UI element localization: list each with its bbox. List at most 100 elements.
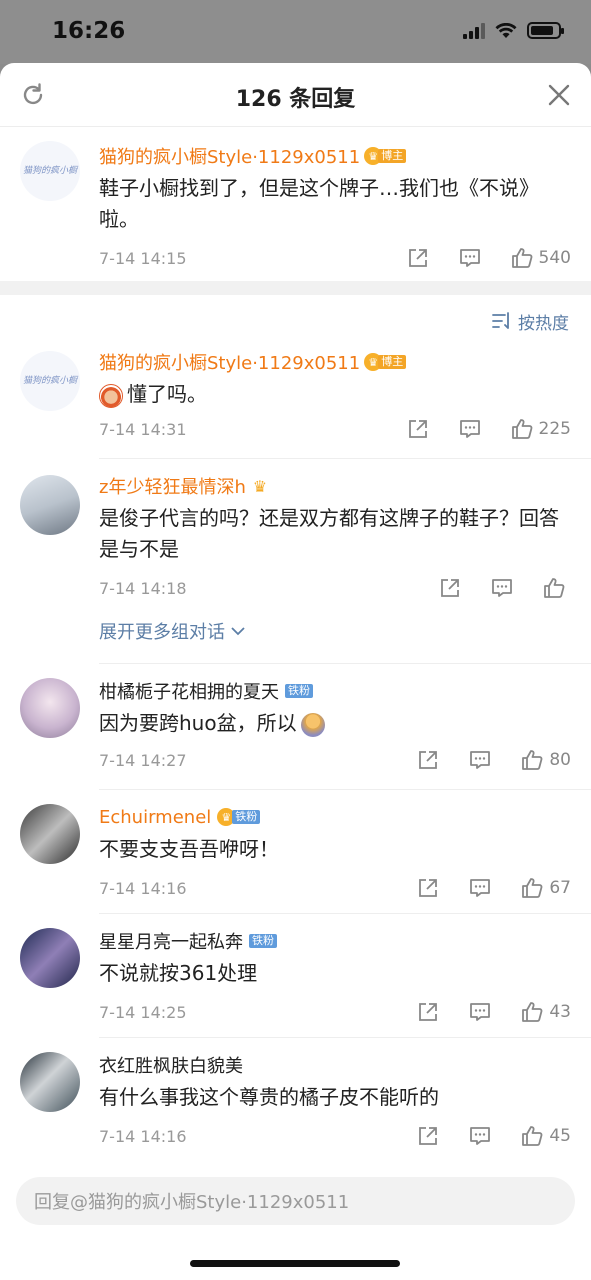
like-button[interactable]: 225	[511, 418, 571, 440]
home-indicator[interactable]	[190, 1260, 400, 1267]
comment-text: 鞋子小橱找到了，但是这个牌子…我们也《不说》啦。	[99, 176, 539, 231]
sort-label: 按热度	[518, 313, 569, 334]
emoji-icon	[300, 712, 325, 737]
username[interactable]: z年少轻狂最情深h ♛	[99, 473, 571, 499]
comment-actions: 43	[417, 1001, 571, 1023]
avatar[interactable]	[20, 804, 80, 864]
like-button[interactable]: 43	[521, 1001, 571, 1023]
comment-button[interactable]	[459, 247, 481, 269]
thumbs-up-icon	[522, 878, 543, 898]
avatar[interactable]	[20, 678, 80, 738]
share-button[interactable]	[417, 749, 439, 771]
comment-actions: 67	[417, 877, 571, 899]
reply-placeholder: 回复@猫狗的疯小橱Style·1129x0511	[34, 1192, 350, 1213]
comment-icon	[470, 1003, 491, 1021]
username[interactable]: 猫狗的疯小橱Style·1129x0511 ♛ 博主	[99, 143, 571, 169]
status-icons	[463, 22, 564, 39]
reply-sheet: 126 条回复 猫狗的疯小橱 猫狗的疯小橱Style·1129x0511 ♛ 博主…	[0, 63, 591, 1280]
like-button[interactable]: 80	[521, 749, 571, 771]
like-button[interactable]: 540	[511, 247, 571, 269]
comment-text: 有什么事我这个尊贵的橘子皮不能听的	[99, 1085, 439, 1109]
avatar[interactable]	[20, 1052, 80, 1112]
comment-text: 因为要跨huo盆，所以	[99, 708, 571, 739]
sort-toggle[interactable]: 按热度	[0, 295, 591, 347]
like-count: 80	[549, 750, 571, 770]
comment-icon	[470, 751, 491, 769]
status-bar: 16:26	[0, 0, 591, 64]
share-button[interactable]	[439, 577, 461, 599]
like-count: 43	[549, 1002, 571, 1022]
comment-meta: 7-14 14:27 80	[99, 743, 571, 777]
username[interactable]: 衣红胜枫肤白貌美	[99, 1052, 571, 1078]
sheet-header: 126 条回复	[0, 63, 591, 127]
section-separator	[0, 281, 591, 295]
share-icon	[408, 420, 427, 438]
close-icon[interactable]	[547, 83, 571, 107]
username[interactable]: Echuirmenel ♛ 铁粉	[99, 804, 571, 830]
share-button[interactable]	[407, 418, 429, 440]
status-time: 16:26	[52, 18, 126, 44]
avatar[interactable]: 猫狗的疯小橱	[20, 351, 80, 411]
comment-actions: 540	[407, 247, 571, 269]
share-button[interactable]	[417, 1125, 439, 1147]
reply-item: z年少轻狂最情深h ♛ 是俊子代言的吗？还是双方都有这牌子的鞋子？回答是与不是 …	[0, 459, 591, 664]
comment-actions: 225	[407, 418, 571, 440]
comment-actions: 80	[417, 749, 571, 771]
reply-item: Echuirmenel ♛ 铁粉 不要支支吾吾咿呀！ 7-14 14:16 67	[0, 790, 591, 914]
username-text: 星星月亮一起私奔	[99, 932, 243, 953]
comment-text: 是俊子代言的吗？还是双方都有这牌子的鞋子？回答是与不是	[99, 506, 559, 561]
share-icon	[441, 579, 459, 597]
username-text: 猫狗的疯小橱Style·1129x0511	[99, 353, 361, 374]
like-count: 67	[549, 878, 571, 898]
share-icon	[408, 249, 427, 267]
comment-button[interactable]	[459, 418, 481, 440]
like-count: 45	[549, 1126, 571, 1146]
reply-item: 星星月亮一起私奔 铁粉 不说就按361处理 7-14 14:25 43	[0, 914, 591, 1038]
crown-icon: ♛	[252, 476, 268, 496]
thumbs-up-icon	[544, 578, 565, 598]
username-text: 衣红胜枫肤白貌美	[99, 1056, 243, 1077]
reply-input[interactable]: 回复@猫狗的疯小橱Style·1129x0511	[16, 1177, 575, 1225]
like-button[interactable]	[543, 577, 571, 599]
chevron-down-icon	[231, 627, 245, 636]
share-icon	[419, 751, 438, 769]
comment-meta: 7-14 14:15 540	[99, 241, 571, 275]
share-button[interactable]	[407, 247, 429, 269]
comment-actions: 45	[417, 1125, 571, 1147]
avatar[interactable]	[20, 928, 80, 988]
share-button[interactable]	[417, 1001, 439, 1023]
thumbs-up-icon	[522, 1002, 543, 1022]
thumbs-up-icon	[522, 1126, 543, 1146]
username-text: 柑橘栀子花相拥的夏天	[99, 682, 279, 703]
username-text: 猫狗的疯小橱Style·1129x0511	[99, 147, 361, 168]
emoji-icon	[99, 383, 123, 408]
username[interactable]: 猫狗的疯小橱Style·1129x0511 ♛ 博主	[99, 349, 571, 375]
root-comment: 猫狗的疯小橱 猫狗的疯小橱Style·1129x0511 ♛ 博主 鞋子小橱找到了…	[0, 127, 591, 281]
share-icon	[419, 879, 438, 897]
comment-time: 7-14 14:27	[99, 750, 187, 770]
share-button[interactable]	[417, 877, 439, 899]
comment-button[interactable]	[469, 1001, 491, 1023]
reply-item: 衣红胜枫肤白貌美 有什么事我这个尊贵的橘子皮不能听的 7-14 14:16 45	[0, 1038, 591, 1162]
expand-conversation-link[interactable]: 展开更多组对话	[99, 617, 571, 645]
iron-fan-badge: 铁粉	[285, 682, 313, 700]
comment-button[interactable]	[469, 1125, 491, 1147]
comment-time: 7-14 14:15	[99, 248, 187, 268]
blogger-badge: ♛ 博主	[364, 353, 407, 371]
wifi-icon	[495, 22, 517, 38]
battery-icon	[527, 22, 564, 39]
sort-icon	[492, 312, 509, 329]
reply-item: 柑橘栀子花相拥的夏天 铁粉 因为要跨huo盆，所以 7-14 14:27 80	[0, 664, 591, 790]
avatar[interactable]	[20, 475, 80, 535]
cellular-signal-icon	[463, 22, 485, 39]
comment-button[interactable]	[469, 749, 491, 771]
avatar[interactable]: 猫狗的疯小橱	[20, 141, 80, 201]
like-button[interactable]: 67	[521, 877, 571, 899]
comment-meta: 7-14 14:18	[99, 571, 571, 605]
comment-button[interactable]	[491, 577, 513, 599]
comment-button[interactable]	[469, 877, 491, 899]
username[interactable]: 柑橘栀子花相拥的夏天 铁粉	[99, 678, 571, 704]
comment-meta: 7-14 14:25 43	[99, 995, 571, 1029]
username[interactable]: 星星月亮一起私奔 铁粉	[99, 928, 571, 954]
like-button[interactable]: 45	[521, 1125, 571, 1147]
